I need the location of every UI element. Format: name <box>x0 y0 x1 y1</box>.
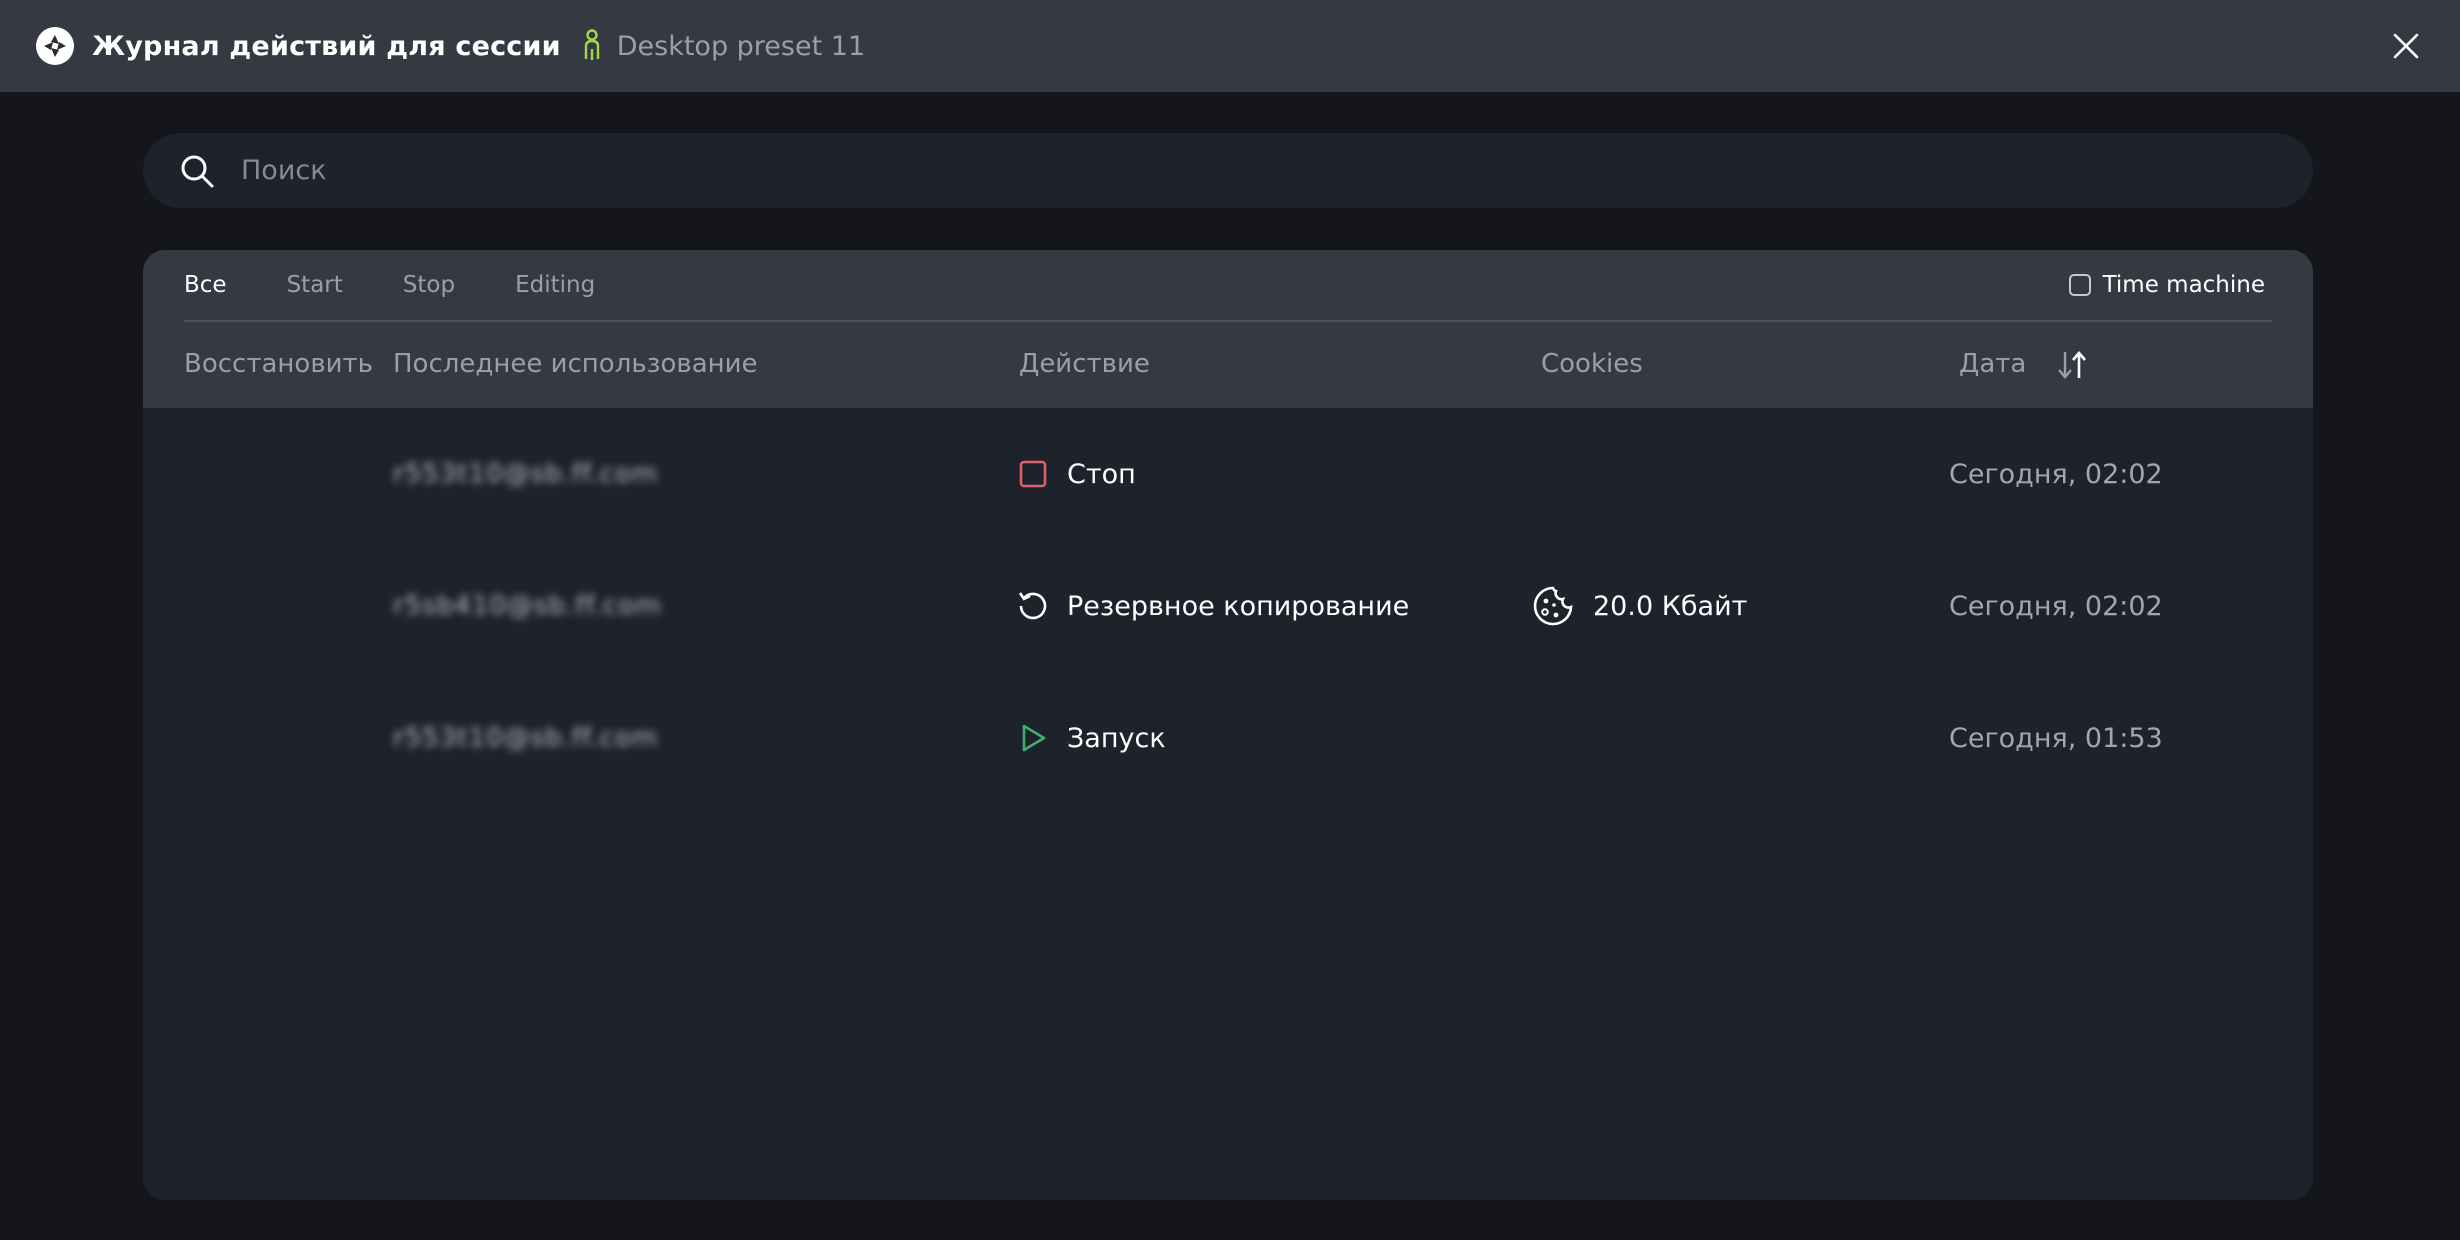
cookies-size: 20.0 Кбайт <box>1593 590 1748 622</box>
profile-name: Desktop preset 11 <box>616 30 866 62</box>
filter-tabs: Все Start Stop Editing <box>184 250 655 320</box>
tab-all[interactable]: Все <box>184 272 227 298</box>
last-used-cell: r5sb410@sb.ff.com <box>393 591 662 621</box>
close-button[interactable] <box>2388 28 2424 64</box>
table-row[interactable]: r5sb410@sb.ff.com Резервное копирование <box>143 540 2313 672</box>
panel-header: Все Start Stop Editing Time machine Восс… <box>143 250 2313 408</box>
cookies-cell: 20.0 Кбайт <box>1531 540 1747 672</box>
sort-arrows-icon[interactable] <box>2053 348 2093 382</box>
tab-start[interactable]: Start <box>287 272 343 298</box>
person-icon <box>581 29 603 63</box>
date-cell: Сегодня, 01:53 <box>1949 722 2163 754</box>
last-used-cell: r553t10@sb.ff.com <box>393 723 659 753</box>
action-cell: Запуск <box>1015 672 1166 804</box>
date-cell: Сегодня, 02:02 <box>1949 590 2163 622</box>
window-title: Журнал действий для сессии <box>92 30 561 62</box>
action-label: Резервное копирование <box>1067 590 1410 622</box>
search-icon <box>177 151 217 191</box>
cookie-icon <box>1531 584 1575 628</box>
time-machine-label: Time machine <box>2102 272 2265 298</box>
close-icon <box>2393 33 2419 59</box>
action-label: Запуск <box>1067 722 1166 754</box>
header-divider <box>184 320 2272 322</box>
column-header-action: Действие <box>1019 349 1150 379</box>
column-header-restore: Восстановить <box>184 349 374 379</box>
app-logo-icon <box>36 27 74 65</box>
title-bar: Журнал действий для сессии Desktop prese… <box>0 0 2460 92</box>
search-bar <box>143 133 2313 208</box>
backup-rotate-icon <box>1015 588 1051 624</box>
actions-panel: Все Start Stop Editing Time machine Восс… <box>143 250 2313 1200</box>
time-machine-toggle[interactable]: Time machine <box>2068 250 2265 320</box>
action-label: Стоп <box>1067 458 1136 490</box>
stop-square-icon <box>1015 456 1051 492</box>
last-used-cell: r553t10@sb.ff.com <box>393 459 659 489</box>
table-row[interactable]: r553t10@sb.ff.com Стоп Сегодня, 02:02 <box>143 408 2313 540</box>
column-header-date[interactable]: Дата <box>1959 338 2026 390</box>
column-header-cookies: Cookies <box>1541 349 1643 379</box>
date-cell: Сегодня, 02:02 <box>1949 458 2163 490</box>
action-cell: Резервное копирование <box>1015 540 1409 672</box>
search-input[interactable] <box>241 133 2313 208</box>
tab-stop[interactable]: Stop <box>403 272 455 298</box>
column-header-last-used: Последнее использование <box>393 349 758 379</box>
time-machine-checkbox[interactable] <box>2068 274 2091 296</box>
tab-editing[interactable]: Editing <box>515 272 595 298</box>
table-row[interactable]: r553t10@sb.ff.com Запуск Сегодня, 01:53 <box>143 672 2313 804</box>
action-cell: Стоп <box>1015 408 1136 540</box>
play-icon <box>1015 720 1051 756</box>
